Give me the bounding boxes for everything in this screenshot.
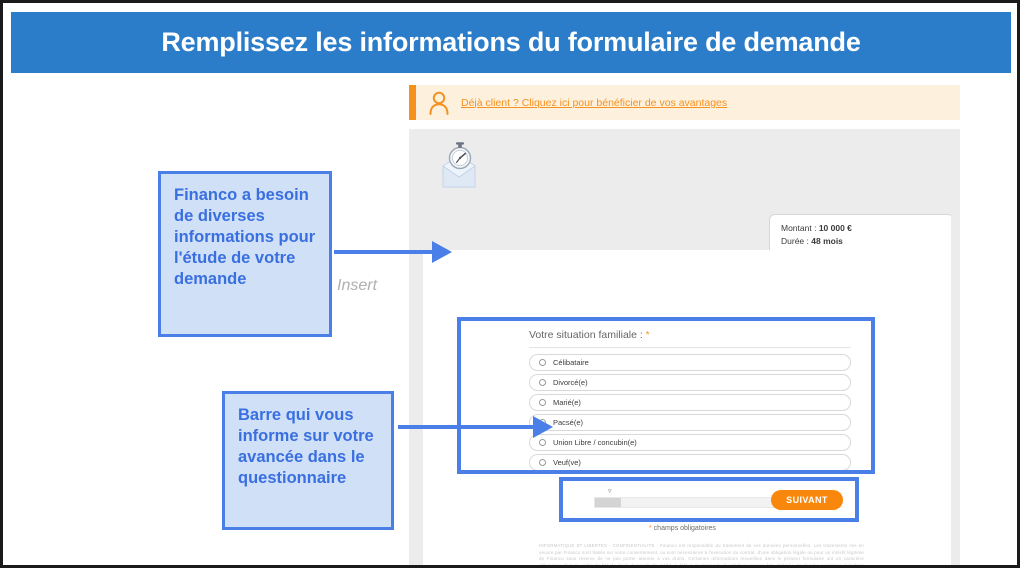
summary-amount-row: Montant : 10 000 €: [781, 222, 942, 235]
right-margin: [960, 76, 1003, 565]
summary-amount-label: Montant :: [781, 223, 819, 233]
annotation-arrow-1-icon: [334, 241, 452, 263]
summary-duration-label: Durée :: [781, 235, 812, 246]
summary-amount-value: 10 000 €: [818, 223, 852, 233]
envelope-stopwatch-icon: [429, 139, 489, 194]
highlight-progress-bar: [559, 477, 859, 522]
highlight-marital-status: [457, 317, 875, 474]
required-note-text: champs obligatoires: [651, 525, 716, 532]
page-scrollbar[interactable]: [951, 129, 960, 565]
summary-duration-row: Durée : 48 mois: [781, 235, 942, 248]
existing-client-link[interactable]: Déjà client ? Cliquez ici pour bénéficie…: [461, 97, 727, 109]
header-banner: Remplissez les informations du formulair…: [11, 12, 1011, 73]
required-fields-note: * champs obligatoires: [649, 525, 716, 532]
existing-client-banner[interactable]: Déjà client ? Cliquez ici pour bénéficie…: [409, 85, 971, 120]
summary-duration-value: 48 mois: [811, 235, 843, 246]
annotation-arrow-2-icon: [398, 416, 553, 438]
screenshot-root: Remplissez les informations du formulair…: [0, 0, 1020, 568]
legal-disclaimer: INFORMATIQUE ET LIBERTES - CONFIDENTIALI…: [539, 543, 864, 565]
page-title: Remplissez les informations du formulair…: [161, 27, 861, 57]
annotation-callout-progress: Barre qui vous informe sur votre avancée…: [222, 391, 394, 530]
annotation-callout-info: Financo a besoin de diverses information…: [158, 171, 332, 337]
insert-label: Insert: [337, 277, 378, 294]
person-icon: [426, 90, 452, 116]
